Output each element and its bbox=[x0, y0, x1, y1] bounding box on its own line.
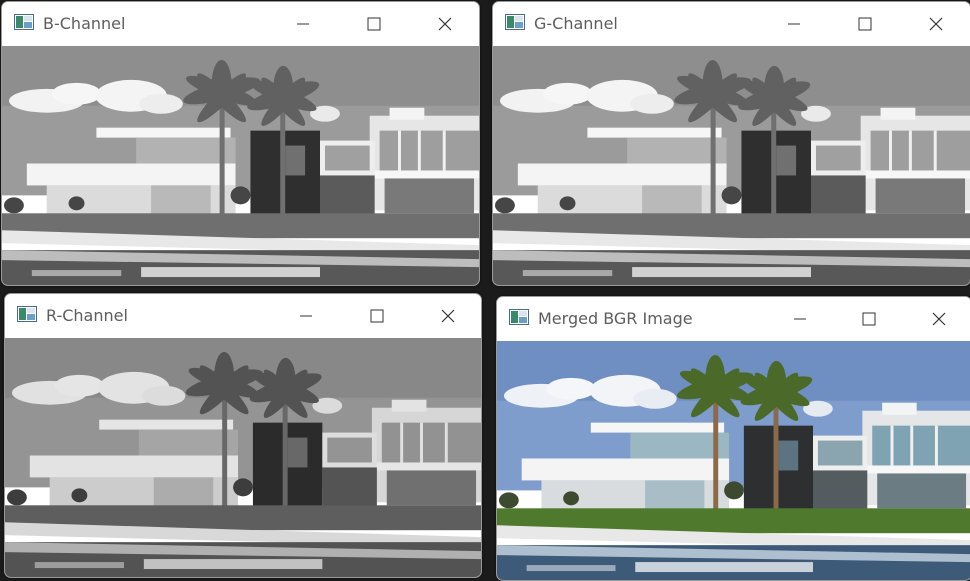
minimize-icon bbox=[788, 23, 800, 25]
maximize-button[interactable] bbox=[842, 8, 888, 40]
image-canvas bbox=[5, 338, 481, 577]
merged-bgr-image bbox=[497, 341, 970, 580]
minimize-icon bbox=[300, 315, 312, 317]
maximize-button[interactable] bbox=[846, 303, 892, 335]
r-channel-image bbox=[5, 338, 481, 577]
close-icon bbox=[441, 309, 455, 323]
minimize-icon bbox=[297, 23, 309, 25]
g-channel-image bbox=[493, 46, 970, 285]
window-title: G-Channel bbox=[534, 14, 618, 33]
opencv-window-icon bbox=[14, 14, 34, 30]
close-button[interactable] bbox=[913, 8, 959, 40]
maximize-button[interactable] bbox=[351, 8, 397, 40]
title-bar[interactable]: R-Channel bbox=[5, 294, 481, 338]
close-button[interactable] bbox=[422, 8, 468, 40]
image-canvas bbox=[493, 46, 970, 285]
window-merged-bgr[interactable]: Merged BGR Image bbox=[496, 296, 970, 581]
title-bar[interactable]: B-Channel bbox=[2, 2, 479, 46]
title-bar[interactable]: G-Channel bbox=[493, 2, 970, 46]
opencv-window-icon bbox=[509, 309, 529, 325]
close-button[interactable] bbox=[916, 303, 962, 335]
image-canvas bbox=[497, 341, 970, 580]
opencv-window-icon bbox=[17, 306, 37, 322]
close-icon bbox=[438, 17, 452, 31]
maximize-icon bbox=[367, 17, 381, 31]
image-canvas bbox=[2, 46, 479, 285]
opencv-window-icon bbox=[505, 14, 525, 30]
maximize-icon bbox=[370, 309, 384, 323]
minimize-button[interactable] bbox=[771, 8, 817, 40]
window-title: R-Channel bbox=[46, 306, 128, 325]
window-title: Merged BGR Image bbox=[538, 309, 693, 328]
maximize-icon bbox=[858, 17, 872, 31]
minimize-button[interactable] bbox=[280, 8, 326, 40]
close-icon bbox=[932, 312, 946, 326]
b-channel-image bbox=[2, 46, 479, 285]
window-b-channel[interactable]: B-Channel bbox=[1, 1, 480, 286]
maximize-icon bbox=[862, 312, 876, 326]
window-g-channel[interactable]: G-Channel bbox=[492, 1, 970, 286]
minimize-button[interactable] bbox=[777, 303, 823, 335]
close-icon bbox=[929, 17, 943, 31]
title-bar[interactable]: Merged BGR Image bbox=[497, 297, 970, 341]
minimize-button[interactable] bbox=[283, 300, 329, 332]
maximize-button[interactable] bbox=[354, 300, 400, 332]
window-title: B-Channel bbox=[43, 14, 126, 33]
close-button[interactable] bbox=[425, 300, 471, 332]
minimize-icon bbox=[794, 318, 806, 320]
window-r-channel[interactable]: R-Channel bbox=[4, 293, 482, 578]
